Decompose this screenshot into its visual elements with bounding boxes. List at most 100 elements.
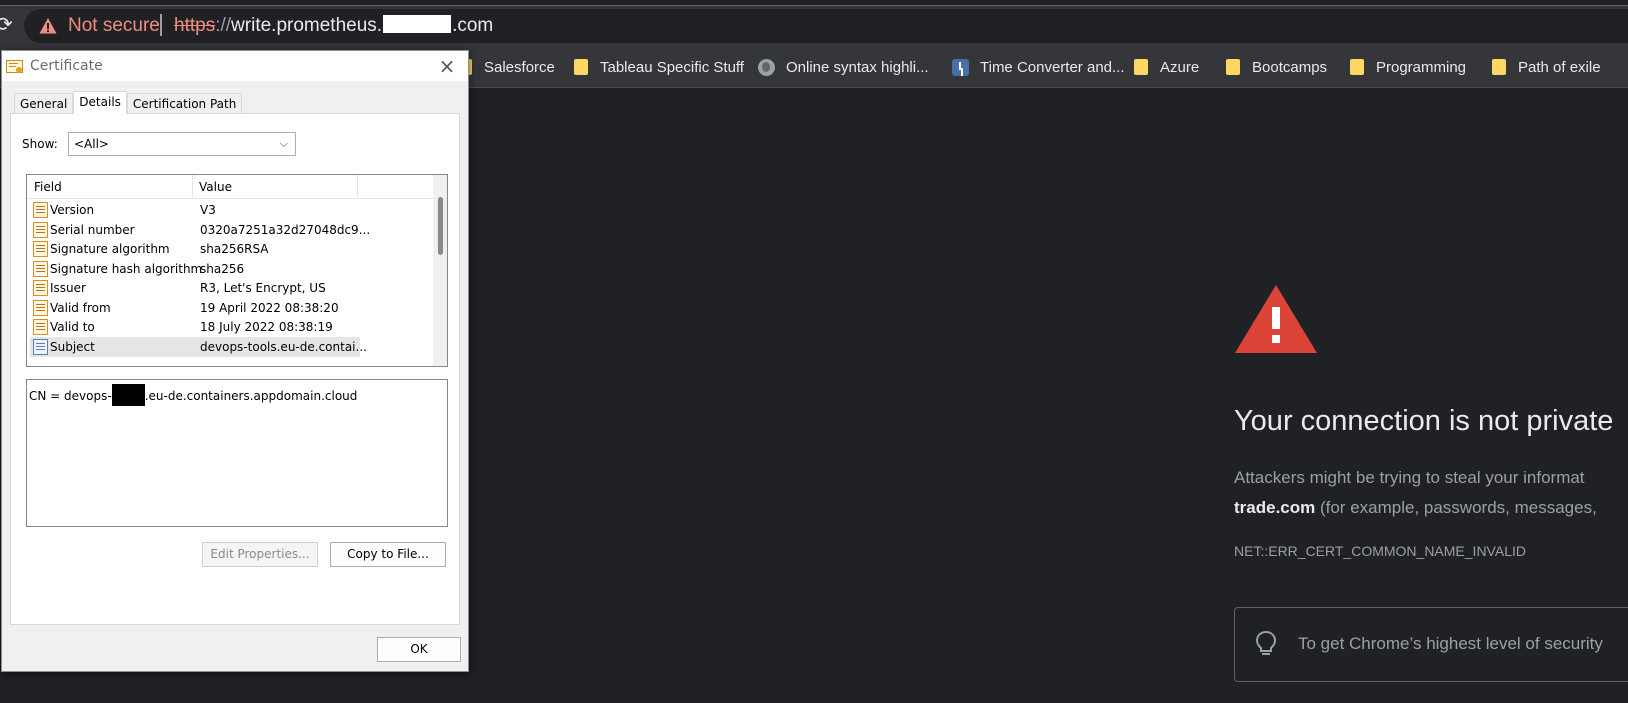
bookmark-label: Bootcamps <box>1252 58 1328 76</box>
certificate-icon <box>6 60 23 73</box>
table-row[interactable]: Subject devops-tools.eu-de.contai... <box>30 336 367 357</box>
table-row[interactable]: Serial number 0320a7251a32d27048dc9... <box>30 220 370 240</box>
url-text[interactable]: https://write.prometheus. .com <box>174 15 493 37</box>
bookmark-item[interactable]: Salesforce <box>458 56 555 78</box>
column-header-value[interactable]: Value <box>199 180 232 194</box>
field-name: Issuer <box>50 281 86 295</box>
fields-list[interactable]: Field Value Version V3 Serial number 0320a7… <box>26 174 448 367</box>
table-row[interactable]: Version V3 <box>30 200 360 220</box>
certificate-field-icon <box>33 319 48 335</box>
bookmark-label: Path of exile <box>1518 58 1601 76</box>
globe-icon <box>758 58 775 76</box>
toolbar: ⟳ Not secure https://write.prometheus. .c… <box>0 6 1628 46</box>
field-value: sha256RSA <box>200 242 269 256</box>
error-title: Your connection is not private <box>1234 405 1614 437</box>
column-header-field[interactable]: Field <box>34 180 62 194</box>
clock-icon <box>952 58 969 76</box>
bookmark-item[interactable]: Bootcamps <box>1226 56 1327 78</box>
bookmark-label: Programming <box>1376 58 1467 76</box>
field-value-textbox[interactable]: CN = devops- .eu-de.containers.appdomain.… <box>26 379 448 527</box>
error-description-rest: (for example, passwords, messages, <box>1315 498 1597 517</box>
bookmark-item[interactable]: Online syntax highli... <box>758 56 929 78</box>
table-row[interactable]: Signature algorithm sha256RSA <box>30 239 360 259</box>
field-value-suffix: .eu-de.containers.appdomain.cloud <box>144 389 358 403</box>
error-description-line2: trade.com (for example, passwords, messa… <box>1234 498 1597 518</box>
certificate-field-icon <box>33 299 48 316</box>
field-name: Subject <box>50 339 95 354</box>
bookmark-item[interactable]: Time Converter and... <box>952 56 1125 78</box>
scrollbar-thumb[interactable] <box>438 197 443 255</box>
bookmark-item[interactable]: Programming <box>1350 56 1466 78</box>
field-value: 18 July 2022 08:38:19 <box>200 320 333 334</box>
tab-details[interactable]: Details <box>73 91 127 114</box>
security-tip-box: To get Chrome’s highest level of securit… <box>1234 607 1628 682</box>
url-host-start: write.prometheus. <box>231 15 383 36</box>
chevron-down-icon: ⌵ <box>279 137 288 150</box>
vertical-scrollbar[interactable] <box>433 175 447 366</box>
field-value: 0320a7251a32d27048dc9... <box>200 222 371 237</box>
table-row[interactable]: Signature hash algorithm sha256 <box>30 259 360 279</box>
bookmark-item[interactable]: Path of exile <box>1492 56 1601 78</box>
certificate-field-icon <box>33 338 48 355</box>
folder-icon <box>1350 59 1364 75</box>
column-divider[interactable] <box>192 175 193 199</box>
table-row[interactable]: Valid to 18 July 2022 08:38:19 <box>30 317 360 337</box>
details-panel: Show: <All> ⌵ Field Value Version V3 Seria… <box>10 113 460 625</box>
field-name: Version <box>50 203 95 217</box>
folder-icon <box>574 59 588 75</box>
error-host: trade.com <box>1234 498 1316 517</box>
field-name: Valid to <box>50 320 95 334</box>
field-value: V3 <box>200 203 216 217</box>
tab-certification-path[interactable]: Certification Path <box>126 93 243 114</box>
column-divider[interactable] <box>357 175 358 199</box>
tab-general[interactable]: General <box>14 93 74 114</box>
error-warning-icon <box>1235 285 1317 353</box>
bookmark-label: Tableau Specific Stuff <box>600 58 744 76</box>
list-header: Field Value <box>27 175 435 199</box>
lightbulb-icon <box>1255 630 1277 655</box>
ok-button[interactable]: OK <box>377 637 461 662</box>
copy-to-file-button[interactable]: Copy to File... <box>330 542 446 567</box>
field-value: R3, Let's Encrypt, US <box>200 281 326 295</box>
show-dropdown[interactable]: <All> ⌵ <box>68 132 296 156</box>
bookmark-item[interactable]: Tableau Specific Stuff <box>574 56 744 78</box>
field-value: 19 April 2022 08:38:20 <box>200 300 339 315</box>
dialog-title: Certificate <box>30 58 103 74</box>
field-value-prefix: CN = devops- <box>29 389 112 403</box>
folder-icon <box>1134 59 1148 75</box>
warning-icon[interactable] <box>39 17 57 35</box>
certificate-field-icon <box>33 280 48 296</box>
bookmark-label: Azure <box>1160 58 1200 76</box>
error-code[interactable]: NET::ERR_CERT_COMMON_NAME_INVALID <box>1234 543 1526 559</box>
bookmark-label: Online syntax highli... <box>786 58 929 76</box>
bookmark-label: Time Converter and... <box>980 58 1125 76</box>
field-value-text: CN = devops- .eu-de.containers.appdomain.… <box>29 384 357 406</box>
error-description-line1: Attackers might be trying to steal your … <box>1234 468 1585 487</box>
certificate-field-icon <box>33 260 48 277</box>
edit-properties-button[interactable]: Edit Properties... <box>202 542 318 567</box>
not-secure-label[interactable]: Not secure <box>68 15 160 37</box>
redacted-block <box>383 15 452 33</box>
close-icon[interactable]: × <box>434 55 460 77</box>
folder-icon <box>1492 59 1506 75</box>
field-value: sha256 <box>200 261 245 276</box>
security-tip-text: To get Chrome’s highest level of securit… <box>1298 634 1603 653</box>
bookmark-label: Salesforce <box>484 58 555 76</box>
field-name: Serial number <box>50 222 135 237</box>
certificate-field-icon <box>33 202 48 218</box>
folder-icon <box>1226 59 1240 75</box>
table-row[interactable]: Valid from 19 April 2022 08:38:20 <box>30 298 360 318</box>
field-name: Valid from <box>50 300 111 315</box>
dialog-titlebar[interactable]: Certificate × <box>2 51 468 81</box>
url-scheme: https <box>174 15 216 36</box>
bookmark-item[interactable]: Azure <box>1134 56 1199 78</box>
address-bar[interactable]: Not secure https://write.prometheus. .com <box>24 9 1628 43</box>
reload-icon[interactable]: ⟳ <box>0 13 16 37</box>
certificate-field-icon <box>33 241 48 257</box>
address-separator <box>160 14 162 36</box>
certificate-field-icon <box>33 221 48 238</box>
show-label: Show: <box>22 137 58 151</box>
dialog-tabs: General Details Certification Path <box>14 91 243 114</box>
table-row[interactable]: Issuer R3, Let's Encrypt, US <box>30 278 360 298</box>
field-name: Signature hash algorithm <box>50 261 203 276</box>
